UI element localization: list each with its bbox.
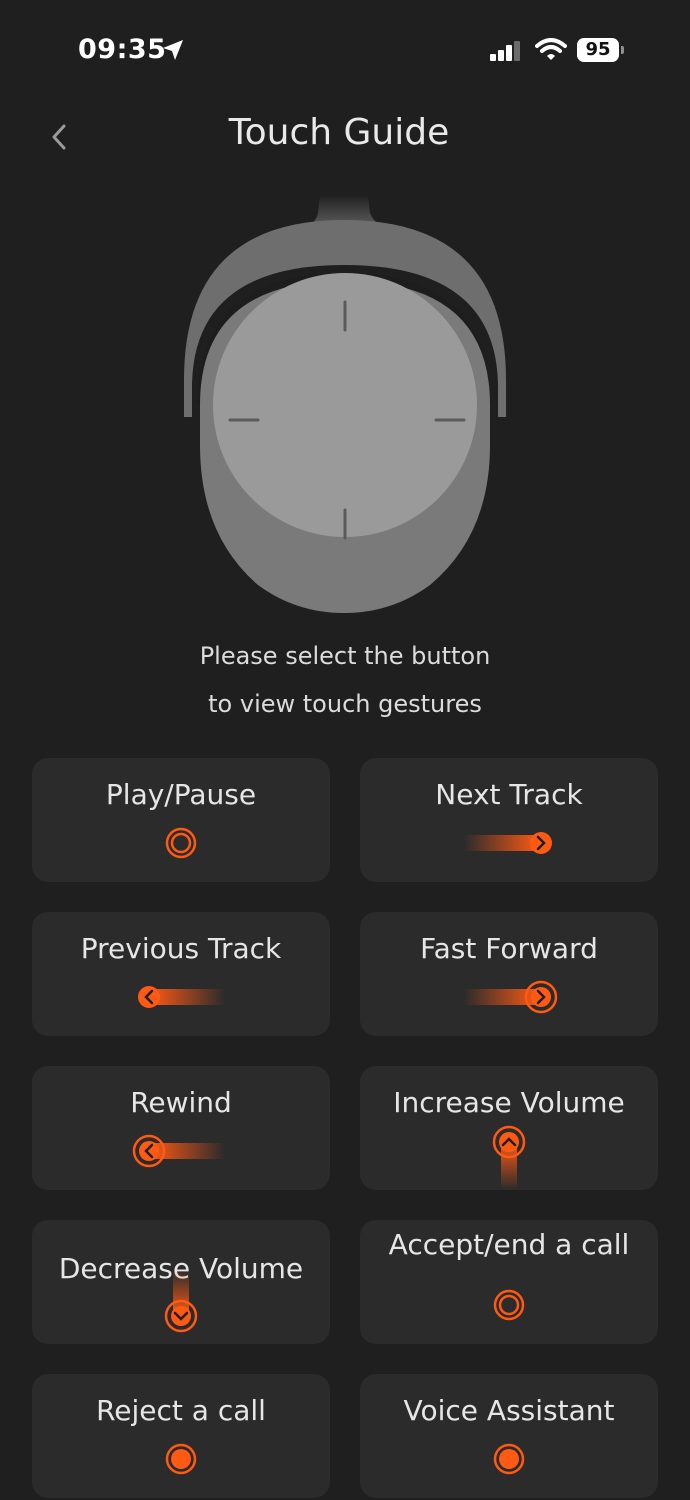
battery-indicator: 95: [577, 38, 619, 62]
swipe-up-icon: [492, 1125, 526, 1190]
tap-ring-icon: [493, 1289, 525, 1321]
tap-ring-icon: [165, 827, 197, 859]
battery-level: 95: [585, 39, 611, 60]
gesture-card-next-track[interactable]: Next Track: [360, 758, 658, 882]
status-bar: 09:35 95: [0, 0, 690, 100]
swipe-down-icon: [164, 1270, 198, 1333]
swipe-right-icon: [464, 832, 552, 854]
gesture-card-reject-call[interactable]: Reject a call: [32, 1374, 330, 1498]
swipe-left-hold-icon: [132, 1134, 225, 1168]
gesture-card-rewind[interactable]: Rewind: [32, 1066, 330, 1190]
gesture-card-previous-track[interactable]: Previous Track: [32, 912, 330, 1036]
status-time: 09:35: [78, 34, 167, 65]
press-hold-dot-icon: [493, 1443, 525, 1475]
gesture-card-voice-assistant[interactable]: Voice Assistant: [360, 1374, 658, 1498]
gesture-card-play-pause[interactable]: Play/Pause: [32, 758, 330, 882]
location-arrow-icon: [163, 40, 183, 60]
gesture-card-accept-end-call[interactable]: Accept/end a call: [360, 1220, 658, 1344]
instruction-line-2: to view touch gestures: [208, 690, 482, 718]
gesture-card-fast-forward[interactable]: Fast Forward: [360, 912, 658, 1036]
page-title: Touch Guide: [228, 112, 450, 153]
battery-tip: [621, 46, 624, 54]
gesture-card-increase-volume[interactable]: Increase Volume: [360, 1066, 658, 1190]
earcup-illustration: [184, 195, 506, 613]
cellular-signal-icon: [490, 41, 520, 61]
wifi-icon: [535, 38, 567, 60]
swipe-right-hold-icon: [464, 980, 558, 1014]
swipe-left-icon: [138, 986, 225, 1008]
gesture-card-decrease-volume[interactable]: Decrease Volume: [32, 1220, 330, 1344]
instruction-line-1: Please select the button: [199, 642, 491, 670]
press-hold-dot-icon: [165, 1443, 197, 1475]
instruction-text: Please select the button to view touch g…: [0, 632, 690, 728]
